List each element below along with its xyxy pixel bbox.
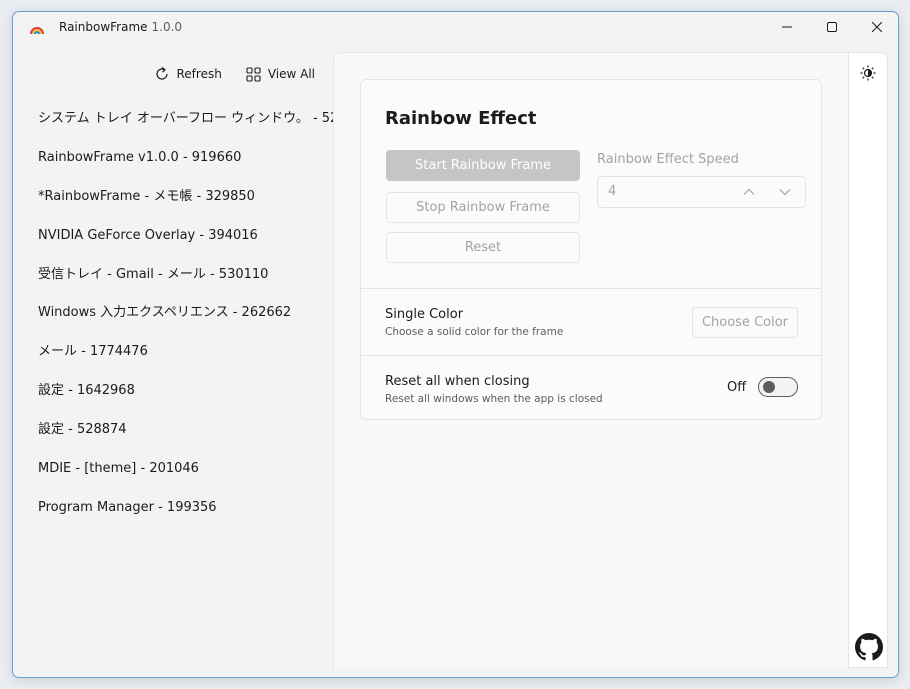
window-list-item[interactable]: 設定 - 528874 — [38, 420, 371, 459]
app-name: RainbowFrame — [59, 20, 148, 34]
toggle-knob — [763, 381, 775, 393]
view-all-label: View All — [267, 67, 315, 81]
reset-closing-toggle[interactable] — [758, 377, 798, 397]
section-title: Rainbow Effect — [385, 108, 537, 129]
refresh-icon — [155, 67, 168, 80]
right-rail — [848, 52, 888, 668]
view-all-button[interactable]: View All — [246, 66, 315, 82]
window-list-item[interactable]: 受信トレイ - Gmail - メール - 530110 — [38, 265, 371, 304]
sidebar-actions: Refresh View All — [154, 66, 315, 82]
maximize-button[interactable] — [809, 12, 855, 42]
window-list: システム トレイ オーバーフロー ウィンドウ。 - 527028 Rainbow… — [38, 109, 371, 537]
choose-color-button[interactable]: Choose Color — [692, 307, 798, 338]
single-color-subtitle: Choose a solid color for the frame — [385, 326, 564, 338]
speed-label: Rainbow Effect Speed — [597, 152, 739, 167]
window-list-item[interactable]: RainbowFrame v1.0.0 - 919660 — [38, 148, 371, 187]
window-list-item[interactable]: メール - 1774476 — [38, 342, 371, 381]
app-title: RainbowFrame 1.0.0 — [59, 20, 182, 34]
reset-closing-title: Reset all when closing — [385, 374, 530, 389]
single-color-row: Single Color Choose a solid color for th… — [361, 289, 821, 355]
speed-value[interactable]: 4 — [608, 184, 616, 199]
close-button[interactable] — [854, 12, 898, 42]
window-list-item[interactable]: Program Manager - 199356 — [38, 498, 371, 537]
chevron-up-icon[interactable] — [742, 185, 756, 199]
refresh-label: Refresh — [176, 67, 222, 81]
chevron-down-icon[interactable] — [778, 185, 792, 199]
window-list-item[interactable]: NVIDIA GeForce Overlay - 394016 — [38, 226, 371, 265]
start-rainbow-button[interactable]: Start Rainbow Frame — [386, 150, 580, 181]
settings-card: Rainbow Effect Start Rainbow Frame Stop … — [360, 79, 822, 420]
window-list-item[interactable]: 設定 - 1642968 — [38, 381, 371, 420]
stop-rainbow-button[interactable]: Stop Rainbow Frame — [386, 192, 580, 223]
app-window: RainbowFrame 1.0.0 Refresh View All システム… — [12, 11, 899, 678]
speed-number-box[interactable]: 4 — [597, 176, 806, 208]
rainbow-effect-section: Rainbow Effect Start Rainbow Frame Stop … — [361, 80, 821, 289]
toggle-state-label: Off — [727, 380, 747, 395]
reset-closing-subtitle: Reset all windows when the app is closed — [385, 393, 603, 405]
github-icon[interactable] — [855, 633, 883, 661]
theme-toggle-icon[interactable] — [860, 65, 876, 81]
rainbow-icon — [30, 27, 44, 35]
minimize-button[interactable] — [764, 12, 810, 42]
close-icon — [872, 22, 882, 32]
window-list-item[interactable]: MDIE - [theme] - 201046 — [38, 459, 371, 498]
sidebar: Refresh View All システム トレイ オーバーフロー ウィンドウ。… — [13, 44, 371, 677]
single-color-title: Single Color — [385, 307, 464, 322]
reset-button[interactable]: Reset — [386, 232, 580, 263]
refresh-button[interactable]: Refresh — [154, 66, 222, 82]
window-list-item[interactable]: Windows 入力エクスペリエンス - 262662 — [38, 303, 371, 342]
window-list-item[interactable]: *RainbowFrame - メモ帳 - 329850 — [38, 187, 371, 226]
titlebar[interactable]: RainbowFrame 1.0.0 — [13, 12, 898, 44]
grid-icon — [246, 66, 261, 82]
minimize-icon — [782, 26, 792, 28]
window-list-item[interactable]: システム トレイ オーバーフロー ウィンドウ。 - 527028 — [38, 109, 371, 148]
app-version: 1.0.0 — [151, 20, 183, 34]
main-content: Rainbow Effect Start Rainbow Frame Stop … — [333, 52, 848, 668]
maximize-icon — [827, 22, 837, 32]
reset-closing-row: Reset all when closing Reset all windows… — [361, 355, 821, 419]
